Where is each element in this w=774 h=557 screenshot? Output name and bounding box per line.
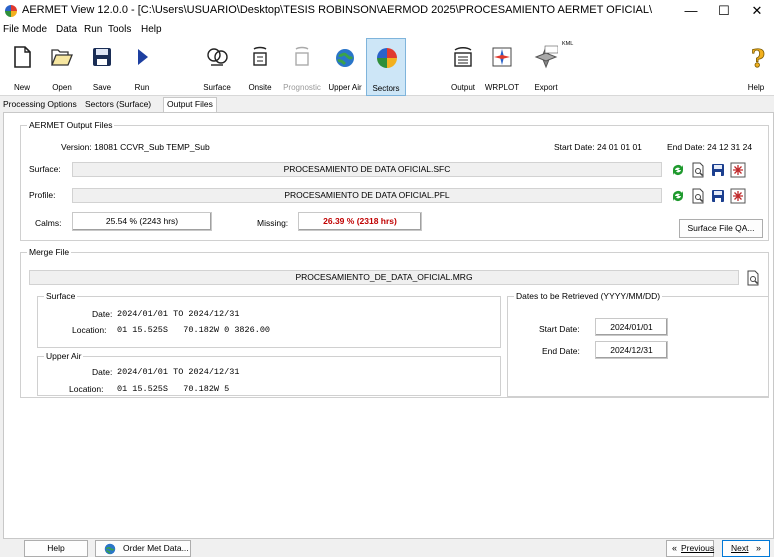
calms-value: 25.54 % (2243 hrs) <box>72 212 212 231</box>
missing-label: Missing: <box>257 218 289 228</box>
menu-tools[interactable]: Tools <box>108 24 131 35</box>
bottom-bar: Help Order Met Data... « Previous Next » <box>0 539 774 557</box>
help-label: Help <box>747 83 765 92</box>
tab-sectors-surface[interactable]: Sectors (Surface) <box>82 98 154 112</box>
menu-bar: File Mode Data Run Tools Help <box>0 22 774 38</box>
save-surface-file-icon[interactable] <box>710 162 726 178</box>
merge-file-field[interactable]: PROCESAMIENTO_DE_DATA_OFICIAL.MRG <box>29 270 739 285</box>
surface-file-qa-button[interactable]: Surface File QA... <box>679 219 763 238</box>
save-profile-file-icon[interactable] <box>710 188 726 204</box>
onsite-tower-icon <box>253 46 267 66</box>
upper-air-date-value: 2024/01/01 TO 2024/12/31 <box>117 367 240 377</box>
minimize-button[interactable]: — <box>674 0 708 22</box>
menu-data[interactable]: Data <box>56 24 77 35</box>
retrieve-start-date-label: Start Date: <box>539 324 580 334</box>
surface-station-icon <box>207 48 228 66</box>
retrieve-end-date-label: End Date: <box>542 346 580 356</box>
dates-to-retrieve-legend: Dates to be Retrieved (YYYY/MM/DD) <box>516 291 661 301</box>
surface-location-value: 01 15.525S 70.182W 0 3826.00 <box>117 325 271 335</box>
surface-file-label: Surface: <box>29 164 61 174</box>
calms-label: Calms: <box>35 218 62 228</box>
export-label: Export <box>534 83 558 92</box>
help-question-icon: ? <box>751 45 766 69</box>
title-bar[interactable]: AERMET View 12.0.0 - [C:\Users\USUARIO\D… <box>0 0 774 22</box>
save-disk-icon <box>93 48 111 66</box>
surface-location-label: Location: <box>72 325 107 335</box>
end-date-text: End Date: 24 12 31 24 <box>667 142 753 152</box>
output-calculator-icon <box>454 47 472 67</box>
merge-upper-air-legend: Upper Air <box>46 351 82 361</box>
upper-air-location-value: 01 15.525S 70.182W 5 <box>117 384 230 394</box>
kml-badge: KML <box>562 41 574 47</box>
menu-file[interactable]: File <box>3 24 19 35</box>
prognostic-icon <box>295 46 309 66</box>
previous-button[interactable]: « Previous <box>666 540 714 557</box>
run-label: Run <box>134 83 150 92</box>
onsite-button[interactable]: Onsite <box>240 38 280 96</box>
merge-file-legend: Merge File <box>29 247 70 257</box>
tab-processing-options[interactable]: Processing Options <box>0 98 80 112</box>
globe-order-icon <box>104 543 116 555</box>
run-button[interactable]: Run <box>122 38 162 96</box>
upper-air-button[interactable]: Upper Air <box>325 38 365 96</box>
surface-date-label: Date: <box>92 309 113 319</box>
next-label: Next <box>731 543 749 553</box>
close-button[interactable]: ✕ <box>740 0 774 22</box>
merge-surface-legend: Surface <box>46 291 76 301</box>
prognostic-button[interactable]: Prognostic <box>282 38 322 96</box>
menu-mode[interactable]: Mode <box>22 24 47 35</box>
profile-file-label: Profile: <box>29 190 56 200</box>
new-document-icon <box>14 46 31 68</box>
previous-label: Previous <box>681 543 715 553</box>
missing-value: 26.39 % (2318 hrs) <box>298 212 422 231</box>
double-chevron-left-icon: « <box>672 543 678 553</box>
start-date-text: Start Date: 24 01 01 01 <box>554 142 642 152</box>
order-met-data-button[interactable]: Order Met Data... <box>95 540 191 557</box>
menu-run[interactable]: Run <box>84 24 102 35</box>
tab-strip: Processing Options Sectors (Surface) Out… <box>0 97 774 112</box>
maximize-button[interactable]: ☐ <box>707 0 741 22</box>
view-surface-file-icon[interactable] <box>690 162 706 178</box>
refresh-surface-icon[interactable] <box>670 162 686 178</box>
next-button[interactable]: Next » <box>722 540 770 557</box>
refresh-profile-icon[interactable] <box>670 188 686 204</box>
upper-air-globe-icon <box>336 49 354 67</box>
export-button[interactable]: KML Export <box>526 38 573 96</box>
help-bottom-button[interactable]: Help <box>24 540 88 557</box>
menu-help[interactable]: Help <box>141 24 162 35</box>
plot-profile-file-icon[interactable] <box>730 188 746 204</box>
merge-surface-group: Surface <box>37 291 501 348</box>
upper-air-date-label: Date: <box>92 367 113 377</box>
help-button[interactable]: ? Help <box>736 38 774 96</box>
aermet-app-icon <box>5 5 17 17</box>
upper-air-location-label: Location: <box>69 384 104 394</box>
open-folder-icon <box>51 49 73 66</box>
wrplot-button[interactable]: WRPLOT <box>482 38 522 96</box>
retrieve-end-date-input[interactable]: 2024/12/31 <box>595 341 668 359</box>
plot-surface-file-icon[interactable] <box>730 162 746 178</box>
surface-file-field[interactable]: PROCESAMIENTO DE DATA OFICIAL.SFC <box>72 162 662 177</box>
run-play-icon <box>138 49 148 65</box>
surface-button[interactable]: Surface <box>197 38 237 96</box>
sectors-label: Sectors <box>372 84 400 93</box>
profile-file-field[interactable]: PROCESAMIENTO DE DATA OFICIAL.PFL <box>72 188 662 203</box>
toolbar: New Open Save Run Surface Onsite Prognos… <box>0 38 774 96</box>
sectors-button[interactable]: Sectors <box>366 38 406 96</box>
retrieve-start-date-input[interactable]: 2024/01/01 <box>595 318 668 336</box>
surface-date-value: 2024/01/01 TO 2024/12/31 <box>117 309 240 319</box>
version-text: Version: 18081 CCVR_Sub TEMP_Sub <box>61 142 210 152</box>
svg-text:?: ? <box>751 45 765 69</box>
output-files-panel: AERMET Output Files Version: 18081 CCVR_… <box>3 112 774 539</box>
sectors-pie-icon <box>377 48 397 68</box>
order-met-data-label: Order Met Data... <box>123 543 189 553</box>
view-merge-file-icon[interactable] <box>745 270 761 286</box>
wrplot-windrose-icon <box>492 47 512 67</box>
aermet-output-files-legend: AERMET Output Files <box>29 120 113 130</box>
tab-output-files[interactable]: Output Files <box>163 97 217 112</box>
double-chevron-right-icon: » <box>756 543 762 553</box>
view-profile-file-icon[interactable] <box>690 188 706 204</box>
export-kml-icon <box>534 45 558 69</box>
window-title: AERMET View 12.0.0 - [C:\Users\USUARIO\D… <box>22 4 652 16</box>
